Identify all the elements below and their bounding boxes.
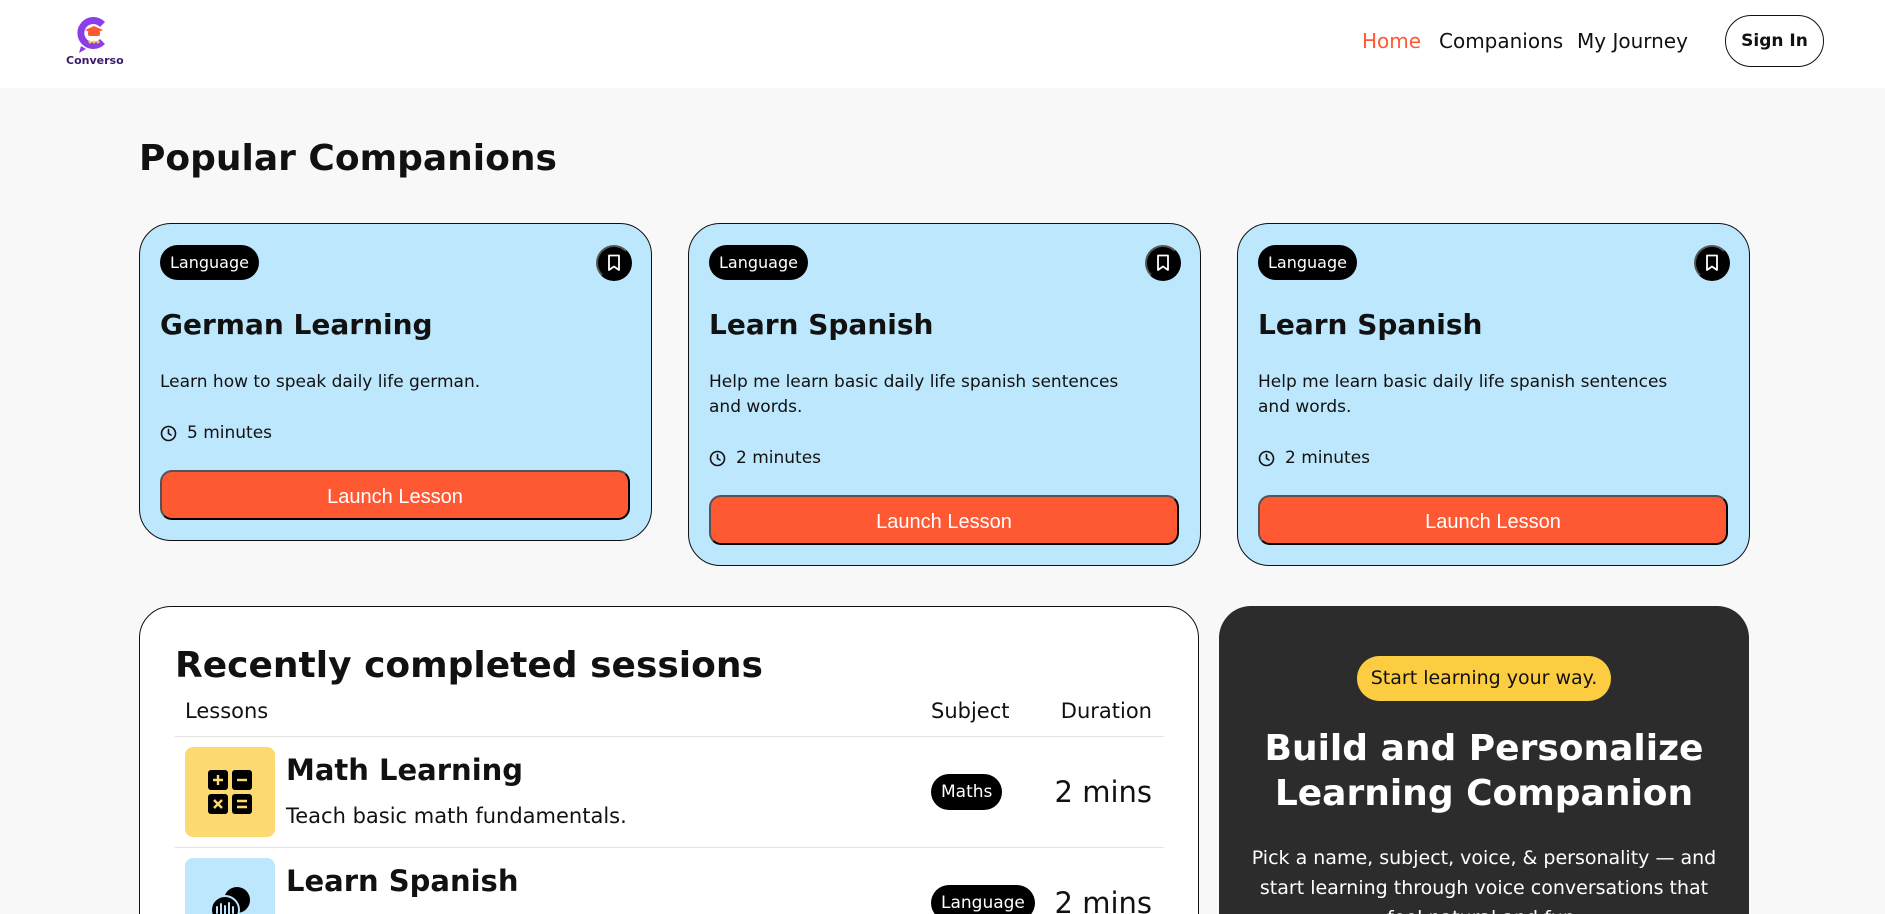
bookmark-icon <box>1706 254 1718 271</box>
companion-description: Help me learn basic daily life spanish s… <box>709 372 1119 417</box>
bookmark-button[interactable] <box>1694 245 1730 281</box>
bookmark-icon <box>608 254 620 271</box>
session-duration: 2 mins <box>1054 886 1152 914</box>
create-companion-cta: Start learning your way. Build and Perso… <box>1219 606 1749 914</box>
companion-title: Learn Spanish <box>709 308 934 341</box>
cta-pill: Start learning your way. <box>1357 656 1611 701</box>
clock-icon <box>709 450 726 466</box>
bookmark-button[interactable] <box>1145 245 1181 281</box>
duration-column-header: Duration <box>1060 699 1152 723</box>
lesson-name: Math Learning <box>286 753 524 787</box>
duration-text: 2 minutes <box>736 448 822 468</box>
converso-logo-icon <box>77 17 105 53</box>
logo[interactable]: Converso <box>66 12 124 70</box>
sign-in-button[interactable]: Sign In <box>1725 15 1824 67</box>
subject-badge: Language <box>931 885 1035 914</box>
companion-title: Learn Spanish <box>1258 308 1483 341</box>
companion-card: Language Learn Spanish Help me learn bas… <box>688 223 1201 566</box>
nav-link-my-journey[interactable]: My Journey <box>1577 29 1688 53</box>
cta-title: Build and Personalize Learning Companion <box>1264 728 1704 814</box>
lesson-name: Learn Spanish <box>286 864 519 898</box>
companion-description: Learn how to speak daily life german. <box>160 372 481 392</box>
navbar: Converso Home Companions My Journey Sign… <box>0 0 1885 88</box>
launch-lesson-button[interactable]: Launch Lesson <box>1258 495 1728 545</box>
subject-badge: Language <box>1258 245 1357 280</box>
bookmark-button[interactable] <box>596 245 632 281</box>
language-voice-icon <box>210 887 250 914</box>
launch-lesson-button[interactable]: Launch Lesson <box>160 470 630 520</box>
clock-icon <box>1258 450 1275 466</box>
nav-link-home[interactable]: Home <box>1362 29 1421 53</box>
subject-badge: Language <box>709 245 808 280</box>
companion-description: Help me learn basic daily life spanish s… <box>1258 372 1668 417</box>
popular-companions-title: Popular Companions <box>139 138 557 179</box>
duration-text: 2 minutes <box>1285 448 1371 468</box>
subject-badge: Maths <box>931 774 1003 810</box>
row-divider <box>175 847 1164 848</box>
companion-duration: 2 minutes <box>1258 447 1370 469</box>
companion-title: German Learning <box>160 308 433 341</box>
cta-description: Pick a name, subject, voice, & personali… <box>1251 847 1717 914</box>
recent-sessions-title: Recently completed sessions <box>175 645 763 686</box>
calculator-icon <box>208 770 252 814</box>
subject-icon-tile <box>185 858 275 914</box>
subject-column-header: Subject <box>931 699 1010 723</box>
subject-badge: Language <box>160 245 259 280</box>
header-divider <box>175 736 1164 737</box>
companion-duration: 5 minutes <box>160 422 272 444</box>
companion-card: Language German Learning Learn how to sp… <box>139 223 652 541</box>
session-duration: 2 mins <box>1054 775 1152 809</box>
lesson-description: Teach basic math fundamentals. <box>286 804 627 828</box>
launch-lesson-button[interactable]: Launch Lesson <box>709 495 1179 545</box>
bookmark-icon <box>1157 254 1169 271</box>
companion-card: Language Learn Spanish Help me learn bas… <box>1237 223 1750 566</box>
recent-sessions-panel: Recently completed sessions Lessons Subj… <box>139 606 1199 914</box>
companion-duration: 2 minutes <box>709 447 821 469</box>
logo-text: Converso <box>66 54 124 67</box>
lessons-column-header: Lessons <box>185 699 269 723</box>
nav-link-companions[interactable]: Companions <box>1439 29 1563 53</box>
subject-icon-tile <box>185 747 275 837</box>
duration-text: 5 minutes <box>187 423 273 443</box>
clock-icon <box>160 425 177 441</box>
